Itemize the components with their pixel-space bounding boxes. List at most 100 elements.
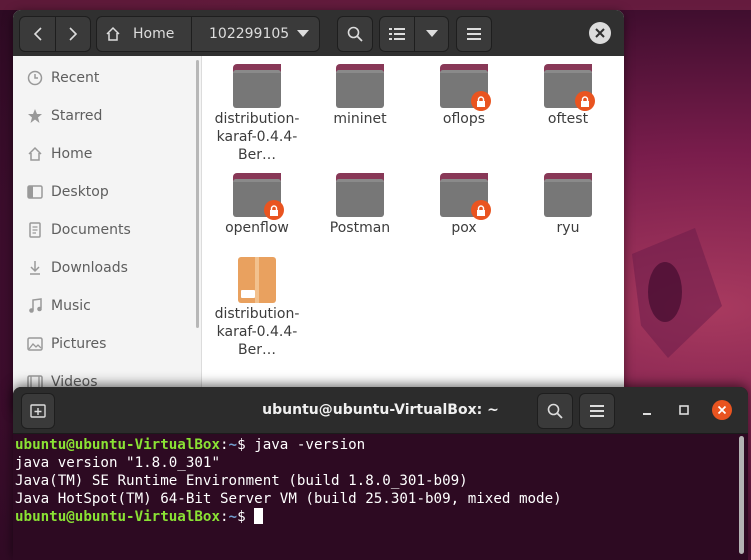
terminal-line: Java HotSpot(TM) 64-Bit Server VM (build… <box>15 491 562 507</box>
files-window: Home 102299105 Recent Starred Home Deskt… <box>13 10 624 410</box>
back-button[interactable] <box>20 17 55 51</box>
folder-icon <box>233 64 281 108</box>
wallpaper-top <box>0 0 751 10</box>
sidebar-scrollbar[interactable] <box>196 60 199 328</box>
sidebar-item-recent[interactable]: Recent <box>13 59 199 97</box>
path-separator <box>191 17 192 51</box>
folder-icon <box>544 173 592 217</box>
terminal-headerbar: ubuntu@ubuntu-VirtualBox: ~ <box>13 387 748 434</box>
path-home-label: Home <box>133 26 175 42</box>
prompt-end: $ <box>237 509 255 525</box>
home-icon <box>27 146 43 162</box>
sidebar-item-home[interactable]: Home <box>13 135 199 173</box>
folder-item[interactable]: Postman <box>310 173 410 237</box>
home-icon <box>106 26 120 41</box>
list-view-icon <box>389 28 405 40</box>
item-label: openflow <box>225 220 289 236</box>
search-icon <box>347 26 363 42</box>
sidebar-item-pictures[interactable]: Pictures <box>13 325 199 363</box>
sidebar-item-label: Music <box>51 298 91 314</box>
sidebar-item-documents[interactable]: Documents <box>13 211 199 249</box>
files-headerbar: Home 102299105 <box>13 10 624 56</box>
lock-icon <box>471 200 491 220</box>
sidebar-item-label: Starred <box>51 108 103 124</box>
terminal-search-button[interactable] <box>537 393 573 429</box>
chevron-left-icon <box>33 27 42 41</box>
archive-item[interactable]: distribution-karaf-0.4.4-Ber… <box>207 257 307 359</box>
folder-icon <box>440 173 491 220</box>
search-icon <box>547 403 563 419</box>
sidebar-item-label: Documents <box>51 222 131 238</box>
folder-item[interactable]: oftest <box>518 64 618 128</box>
download-icon <box>27 260 43 276</box>
terminal-command: java -version <box>254 437 366 453</box>
prompt-user: ubuntu@ubuntu-VirtualBox <box>15 437 220 453</box>
folder-item[interactable]: ryu <box>518 173 618 237</box>
folder-item[interactable]: pox <box>414 173 514 237</box>
prompt-user: ubuntu@ubuntu-VirtualBox <box>15 509 220 525</box>
item-label: distribution-karaf-0.4.4-Ber… <box>214 306 300 358</box>
sidebar-item-music[interactable]: Music <box>13 287 199 325</box>
sidebar-item-desktop[interactable]: Desktop <box>13 173 199 211</box>
files-close-button[interactable] <box>589 22 611 44</box>
archive-icon <box>238 257 276 303</box>
path-bar: Home 102299105 <box>96 16 320 52</box>
star-icon <box>27 108 43 124</box>
hamburger-icon <box>590 405 604 417</box>
view-options-button[interactable] <box>415 17 448 51</box>
desktop-icon <box>27 184 43 200</box>
triangle-down-icon <box>425 30 438 37</box>
item-label: ryu <box>556 220 580 236</box>
close-icon <box>595 28 605 38</box>
lock-icon <box>264 200 284 220</box>
folder-icon <box>233 173 284 220</box>
forward-button[interactable] <box>56 17 90 51</box>
folder-item[interactable]: oflops <box>414 64 514 128</box>
picture-icon <box>27 336 43 352</box>
folder-icon <box>544 64 595 111</box>
item-label: oflops <box>442 111 486 127</box>
item-label: Postman <box>329 220 391 236</box>
chevron-right-icon <box>69 27 78 41</box>
list-view-button[interactable] <box>380 17 414 51</box>
music-icon <box>27 298 43 314</box>
item-label: pox <box>451 220 477 236</box>
terminal-cursor <box>254 508 264 524</box>
terminal-scrollbar[interactable] <box>739 436 744 554</box>
prompt-path: ~ <box>228 437 238 453</box>
sidebar-item-starred[interactable]: Starred <box>13 97 199 135</box>
prompt-path: ~ <box>228 509 238 525</box>
item-label: oftest <box>547 111 589 127</box>
folder-item[interactable]: distribution-karaf-0.4.4-Ber… <box>207 64 307 164</box>
folder-item[interactable]: openflow <box>207 173 307 237</box>
sidebar-item-downloads[interactable]: Downloads <box>13 249 199 287</box>
path-current-button[interactable]: 102299105 <box>209 17 289 51</box>
maximize-button[interactable] <box>674 400 694 420</box>
terminal-line: Java(TM) SE Runtime Environment (build 1… <box>15 473 468 489</box>
path-current-label: 102299105 <box>209 26 290 42</box>
sidebar-item-label: Home <box>51 146 93 162</box>
clock-icon <box>27 70 43 86</box>
lock-icon <box>471 91 491 111</box>
terminal-output[interactable]: ubuntu@ubuntu-VirtualBox:~$ java -versio… <box>15 436 735 526</box>
minimize-button[interactable] <box>637 400 657 420</box>
sidebar-item-label: Recent <box>51 70 100 86</box>
terminal-line: java version "1.8.0_301" <box>15 455 220 471</box>
terminal-menu-button[interactable] <box>579 393 615 429</box>
triangle-down-icon[interactable] <box>297 30 309 38</box>
maximize-icon <box>679 405 689 415</box>
prompt-separator: : <box>220 437 229 453</box>
folder-item[interactable]: mininet <box>310 64 410 128</box>
hamburger-icon <box>467 28 481 40</box>
terminal-line: ubuntu@ubuntu-VirtualBox:~$ <box>15 508 735 526</box>
menu-button[interactable] <box>456 16 492 52</box>
prompt-end: $ <box>237 437 255 453</box>
prompt-separator: : <box>220 509 229 525</box>
terminal-close-button[interactable] <box>712 400 732 420</box>
search-button[interactable] <box>337 16 373 52</box>
sidebar-item-label: Downloads <box>51 260 128 276</box>
files-content: distribution-karaf-0.4.4-Ber… mininet of… <box>202 56 624 410</box>
folder-icon <box>440 64 491 111</box>
path-home-button[interactable]: Home <box>105 17 174 51</box>
terminal-window: ubuntu@ubuntu-VirtualBox: ~ ubuntu@ubunt… <box>13 387 748 560</box>
